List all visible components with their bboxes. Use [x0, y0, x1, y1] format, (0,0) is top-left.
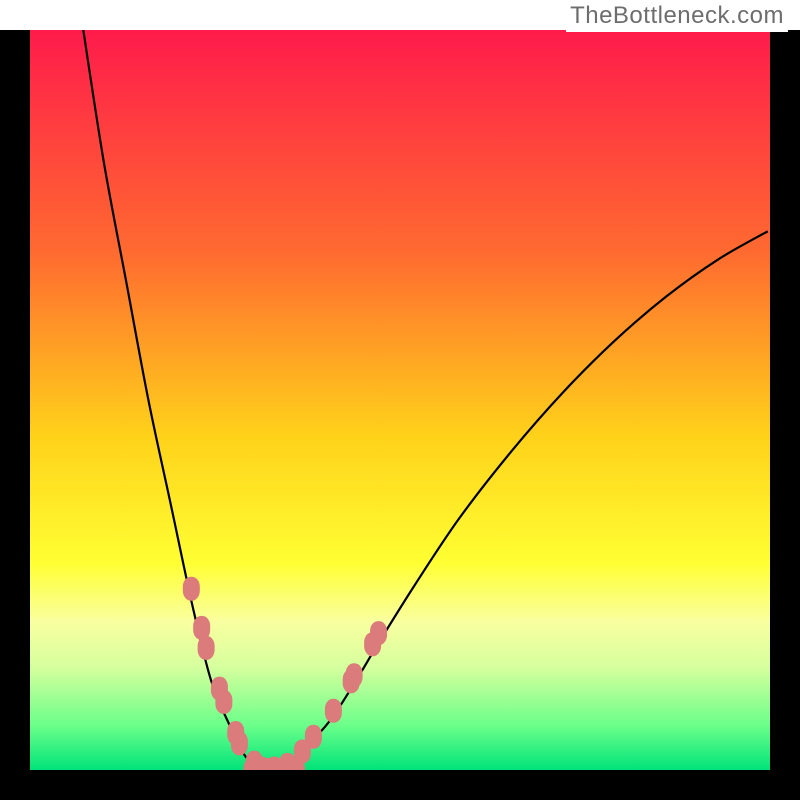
watermark-text: TheBottleneck.com: [566, 2, 788, 32]
highlight-dot: [325, 699, 342, 723]
highlight-dot: [215, 690, 232, 714]
plot-area: [30, 30, 770, 770]
highlight-dot: [198, 636, 215, 660]
gradient-background: [30, 30, 770, 770]
highlight-dot: [346, 663, 363, 687]
highlight-dot: [305, 725, 322, 749]
highlight-dot: [370, 621, 387, 645]
chart-svg: [30, 30, 770, 770]
chart-frame: TheBottleneck.com: [0, 0, 800, 800]
highlight-dot: [183, 577, 200, 601]
highlight-dot: [231, 731, 248, 755]
